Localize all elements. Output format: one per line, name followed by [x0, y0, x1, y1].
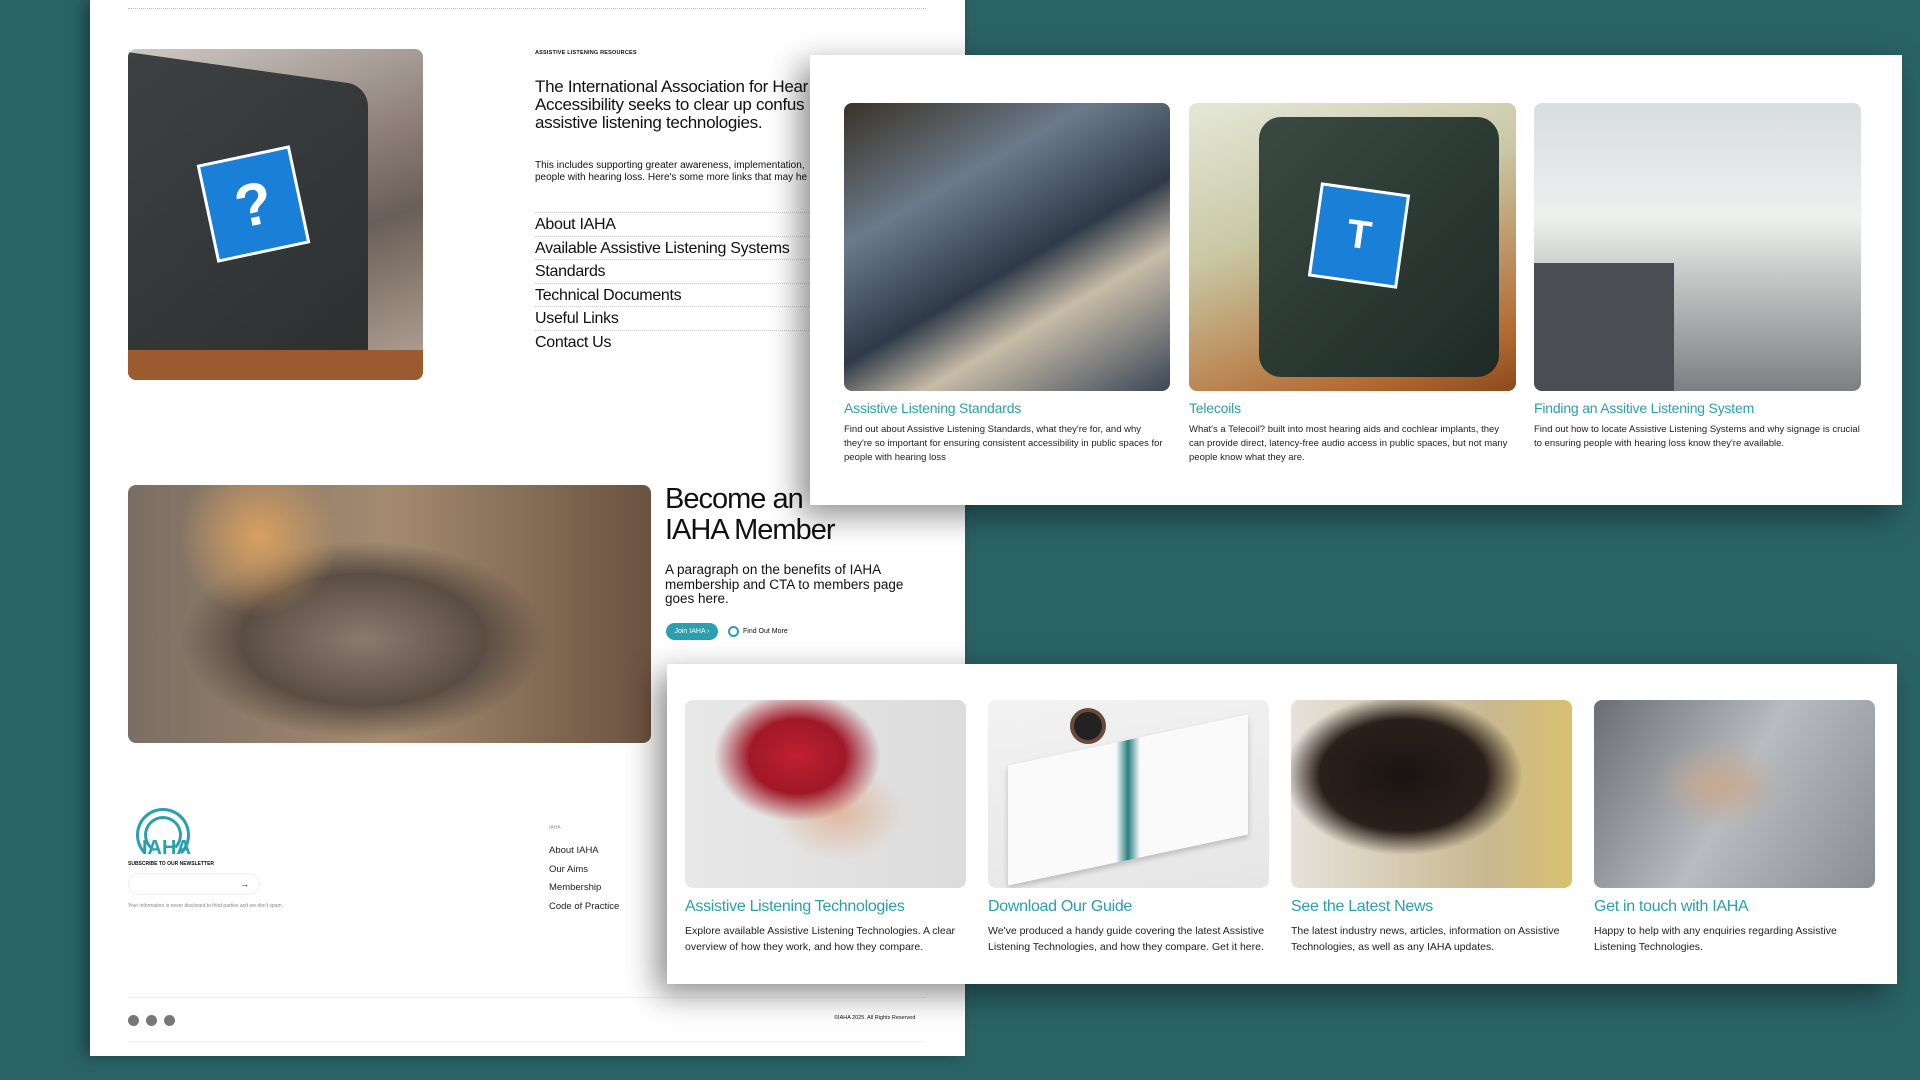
card-title[interactable]: Get in touch with IAHA: [1594, 898, 1749, 916]
telecoil-ear-icon: T: [1307, 182, 1411, 289]
guide-booklet-image[interactable]: [988, 700, 1269, 888]
ear-icon: ?: [196, 145, 311, 263]
footer-link-code-of-practice[interactable]: Code of Practice: [549, 901, 619, 920]
card-desc: What's a Telecoil? built into most heari…: [1189, 424, 1508, 463]
resource-cards-panel: T Assistive Listening Standards Find out…: [810, 55, 1902, 505]
newsletter-label: SUBSCRIBE TO OUR NEWSLETTER: [128, 861, 215, 867]
card-title[interactable]: Assistive Listening Technologies: [685, 898, 905, 916]
linkedin-icon[interactable]: [164, 1015, 175, 1026]
footer-link-about[interactable]: About IAHA: [549, 845, 619, 864]
logo-text: IAHA: [142, 837, 191, 859]
card-desc: Find out about Assistive Listening Stand…: [844, 424, 1163, 463]
card-title[interactable]: Finding an Assitive Listening System: [1534, 400, 1754, 416]
footer-link-membership[interactable]: Membership: [549, 882, 619, 901]
intro-line: people with hearing loss. Here's some mo…: [535, 172, 808, 183]
find-out-more-link[interactable]: Find Out More: [728, 626, 788, 637]
card-title[interactable]: Telecoils: [1189, 400, 1241, 416]
woman-reading-image: [128, 485, 651, 743]
iaha-logo-icon: [728, 626, 739, 637]
privacy-note: Your information is never disclosed to t…: [128, 903, 284, 909]
hearing-loop-sign-image: ?: [128, 49, 423, 380]
card-desc: Explore available Assistive Listening Te…: [685, 925, 956, 953]
card-desc: Happy to help with any enquiries regardi…: [1594, 925, 1837, 953]
divider: [128, 997, 926, 998]
footer-link-aims[interactable]: Our Aims: [549, 864, 619, 883]
resources-eyebrow: ASSISTIVE LISTENING RESOURCES: [535, 50, 637, 56]
card-title[interactable]: Download Our Guide: [988, 898, 1132, 916]
card-title[interactable]: See the Latest News: [1291, 898, 1433, 916]
iaha-logo: IAHA: [132, 808, 192, 862]
card-desc: Find out how to locate Assistive Listeni…: [1534, 424, 1860, 449]
resources-intro: This includes supporting greater awarene…: [535, 160, 807, 184]
card-desc: We've produced a handy guide covering th…: [988, 925, 1265, 953]
divider: [128, 8, 926, 9]
woman-hearing-aid-image[interactable]: [685, 700, 966, 888]
member-paragraph: A paragraph on the benefits of IAHA memb…: [665, 562, 904, 606]
footer-col-heading: IAHA: [549, 825, 561, 831]
copyright: ©IAHA 2025. All Rights Reserved: [834, 1015, 916, 1021]
social-links: [128, 1013, 182, 1031]
card-title[interactable]: Assistive Listening Standards: [844, 400, 1021, 416]
find-out-more-label: Find Out More: [743, 628, 788, 635]
audience-notebook-image[interactable]: [844, 103, 1170, 391]
intro-line: This includes supporting greater awarene…: [535, 160, 805, 171]
facebook-icon[interactable]: [128, 1015, 139, 1026]
divider: [128, 1041, 926, 1042]
newsletter-input[interactable]: →: [128, 873, 260, 895]
heading-line: IAHA Member: [665, 514, 835, 546]
feature-cards-panel: Assistive Listening Technologies Explore…: [667, 664, 1897, 984]
phone-in-hand-image[interactable]: [1594, 700, 1875, 888]
arrow-right-icon[interactable]: →: [240, 879, 249, 889]
telecoil-sign-image[interactable]: T: [1189, 103, 1516, 391]
card-desc: The latest industry news, articles, info…: [1291, 925, 1560, 953]
youtube-icon[interactable]: [146, 1015, 157, 1026]
woman-reading-news-image[interactable]: [1291, 700, 1572, 888]
join-iaha-button[interactable]: Join IAHA ›: [666, 623, 718, 640]
footer-links: About IAHA Our Aims Membership Code of P…: [549, 845, 619, 919]
reception-desk-image[interactable]: [1534, 103, 1861, 391]
